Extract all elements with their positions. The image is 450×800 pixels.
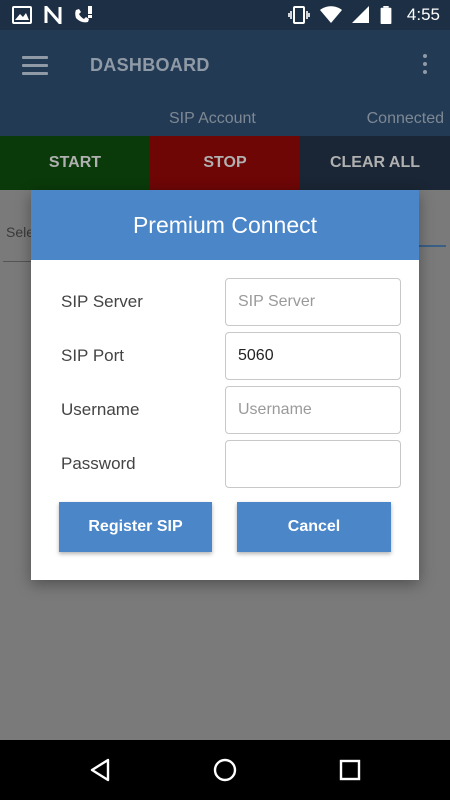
overflow-menu-icon[interactable] xyxy=(422,54,428,78)
connection-status: Connected xyxy=(366,110,444,127)
dialog-header: Premium Connect xyxy=(31,190,419,260)
sip-port-row: SIP Port xyxy=(31,332,419,380)
n-app-icon xyxy=(44,6,62,24)
dialog-title: Premium Connect xyxy=(132,211,318,238)
password-row: Password xyxy=(31,440,419,488)
wifi-icon xyxy=(320,6,342,23)
page-title: DASHBOARD xyxy=(90,55,210,75)
battery-icon xyxy=(380,6,392,24)
image-icon xyxy=(12,6,32,24)
phone-alert-icon xyxy=(75,6,92,23)
password-label: Password xyxy=(61,454,136,473)
sip-account-label: SIP Account xyxy=(169,110,256,127)
navigation-bar xyxy=(0,740,450,800)
start-button[interactable]: START xyxy=(0,136,150,190)
username-row: Username xyxy=(31,386,419,434)
back-icon[interactable] xyxy=(88,758,112,782)
status-time: 4:55 xyxy=(406,5,440,24)
hamburger-menu-icon[interactable] xyxy=(22,56,48,76)
sip-server-label: SIP Server xyxy=(61,292,143,311)
app-bar: DASHBOARD SIP Account Connected xyxy=(0,30,450,136)
premium-connect-dialog: Premium Connect SIP Server SIP Port User… xyxy=(31,190,419,580)
vibrate-icon xyxy=(288,6,310,24)
cancel-button[interactable]: Cancel xyxy=(237,502,391,552)
username-input[interactable] xyxy=(225,386,401,434)
sip-port-input[interactable] xyxy=(225,332,401,380)
action-button-row: START STOP CLEAR ALL xyxy=(0,136,450,190)
recent-apps-icon[interactable] xyxy=(339,759,361,781)
register-sip-button[interactable]: Register SIP xyxy=(59,502,212,552)
status-bar: 4:55 xyxy=(0,0,450,30)
select-label: Sele xyxy=(6,224,35,240)
username-label: Username xyxy=(61,400,140,419)
home-icon[interactable] xyxy=(213,758,237,782)
stop-button[interactable]: STOP xyxy=(150,136,300,190)
sip-server-input[interactable] xyxy=(225,278,401,326)
password-input[interactable] xyxy=(225,440,401,488)
field-underline xyxy=(418,245,446,247)
signal-icon xyxy=(352,6,369,23)
sip-port-label: SIP Port xyxy=(61,346,124,365)
clear-all-button[interactable]: CLEAR ALL xyxy=(300,136,450,190)
sip-server-row: SIP Server xyxy=(31,278,419,326)
